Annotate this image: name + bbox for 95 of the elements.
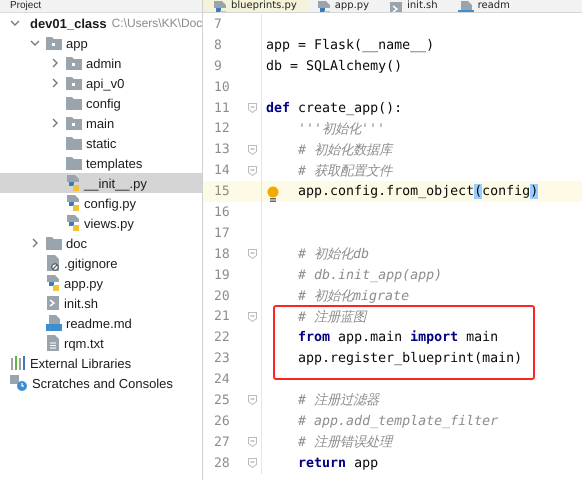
folder-icon xyxy=(66,136,82,150)
tree-item[interactable]: app.py xyxy=(0,273,202,293)
fold-marker-icon[interactable] xyxy=(248,144,256,155)
code-line: # 注册蓝图 xyxy=(297,308,366,326)
tree-item[interactable]: views.py xyxy=(0,213,202,233)
package-folder-icon xyxy=(66,116,82,130)
line-number: 16 xyxy=(213,204,231,220)
tree-item[interactable]: .gitignore xyxy=(0,253,202,273)
folder-icon xyxy=(66,156,82,170)
fold-marker-icon[interactable] xyxy=(248,312,256,322)
markdown-file-icon xyxy=(458,1,474,12)
line-number: 19 xyxy=(213,268,231,283)
tree-item[interactable]: rqm.txt xyxy=(0,333,202,353)
libraries-icon xyxy=(10,356,26,370)
code-line: def create_app(): xyxy=(266,100,402,116)
line-number: 21 xyxy=(213,309,231,324)
line-number: 28 xyxy=(213,456,231,471)
markdown-file-icon xyxy=(46,315,62,331)
code-line: # db.init_app(app) xyxy=(297,268,442,283)
code-line: db = SQLAlchemy() xyxy=(266,58,402,74)
line-number: 20 xyxy=(213,288,231,304)
line-number: 24 xyxy=(213,372,231,388)
lightbulb-icon[interactable] xyxy=(266,186,280,204)
fold-marker-icon[interactable] xyxy=(248,166,256,176)
tree-item[interactable]: doc xyxy=(0,233,202,253)
fold-marker-icon[interactable] xyxy=(248,249,256,260)
fold-marker-icon[interactable] xyxy=(248,437,256,448)
code-line: # 初始化数据库 xyxy=(297,142,392,159)
package-folder-icon xyxy=(66,56,82,70)
code-line: # 注册过滤器 xyxy=(297,392,380,410)
line-number: 9 xyxy=(213,58,223,74)
line-number: 22 xyxy=(213,330,231,346)
code-line: app.register_blueprint(main) xyxy=(297,351,522,366)
tree-item[interactable]: readme.md xyxy=(0,313,202,333)
tree-item[interactable]: Scratches and Consoles xyxy=(0,373,202,393)
editor-tab[interactable]: app.py xyxy=(306,0,380,12)
python-file-icon xyxy=(66,175,80,191)
code-line: return app xyxy=(297,456,378,471)
line-number: 12 xyxy=(213,121,231,136)
tree-item[interactable]: External Libraries xyxy=(0,353,202,373)
line-number: 10 xyxy=(213,80,231,95)
tree-item[interactable]: config.py xyxy=(0,193,202,213)
code-line: # 获取配置文件 xyxy=(297,162,392,180)
tree-item[interactable]: static xyxy=(0,133,202,153)
line-number: 15 xyxy=(213,184,231,200)
tree-item[interactable]: __init__.py xyxy=(0,173,202,193)
line-number: 23 xyxy=(213,351,231,366)
tree-item[interactable]: app xyxy=(0,33,202,53)
folder-icon xyxy=(46,236,62,250)
line-number: 7 xyxy=(213,16,223,32)
tree-item[interactable]: dev01_class C:\Users\KK\Doc xyxy=(0,13,202,33)
text-file-icon xyxy=(46,335,60,351)
code-line: # 初始化migrate xyxy=(297,288,410,306)
tree-item[interactable]: templates xyxy=(0,153,202,173)
python-file-icon xyxy=(66,195,80,211)
collapsed-chevron-icon[interactable] xyxy=(50,118,60,128)
tree-item[interactable]: api_v0 xyxy=(0,73,202,93)
code-line: # 注册错误处理 xyxy=(297,434,392,452)
tree-item[interactable]: admin xyxy=(0,53,202,73)
editor-tab[interactable]: readm xyxy=(448,0,520,12)
code-line: app = Flask(__name__) xyxy=(266,38,434,53)
scratches-icon xyxy=(10,375,28,391)
ignored-file-icon xyxy=(46,255,60,271)
editor-tab[interactable]: blueprints.py xyxy=(203,0,307,12)
project-path: C:\Users\KK\Doc xyxy=(112,16,202,30)
line-number: 18 xyxy=(213,246,231,262)
line-number: 17 xyxy=(213,226,231,241)
fold-marker-icon[interactable] xyxy=(248,103,256,113)
line-number: 25 xyxy=(213,392,231,408)
code-line: # app.add_template_filter xyxy=(297,414,498,429)
tree-item[interactable]: init.sh xyxy=(0,293,202,313)
fold-marker-icon[interactable] xyxy=(248,458,256,468)
package-folder-icon xyxy=(46,36,62,50)
line-number: 8 xyxy=(213,38,223,53)
line-number: 26 xyxy=(213,414,231,429)
code-line: '''初始化''' xyxy=(297,120,386,138)
tree-item[interactable]: main xyxy=(0,113,202,133)
collapsed-chevron-icon[interactable] xyxy=(30,238,40,248)
editor-tab[interactable]: init.sh xyxy=(379,0,448,12)
fold-marker-icon[interactable] xyxy=(248,395,256,406)
code-line: # 初始化db xyxy=(297,246,370,264)
package-folder-icon xyxy=(66,76,82,90)
code-line: from app.main import main xyxy=(297,330,498,346)
line-number: 27 xyxy=(213,434,231,450)
panel-title[interactable]: Project xyxy=(10,0,42,12)
shell-file-icon xyxy=(46,295,60,311)
shell-file-icon xyxy=(389,1,404,12)
python-file-icon xyxy=(66,215,80,231)
line-number: 14 xyxy=(213,163,231,178)
python-file-icon xyxy=(46,275,60,291)
python-file-icon xyxy=(316,1,331,12)
line-number: 13 xyxy=(213,142,231,158)
line-number: 11 xyxy=(213,100,231,116)
tree-item[interactable]: config xyxy=(0,93,202,113)
folder-icon xyxy=(66,96,82,110)
